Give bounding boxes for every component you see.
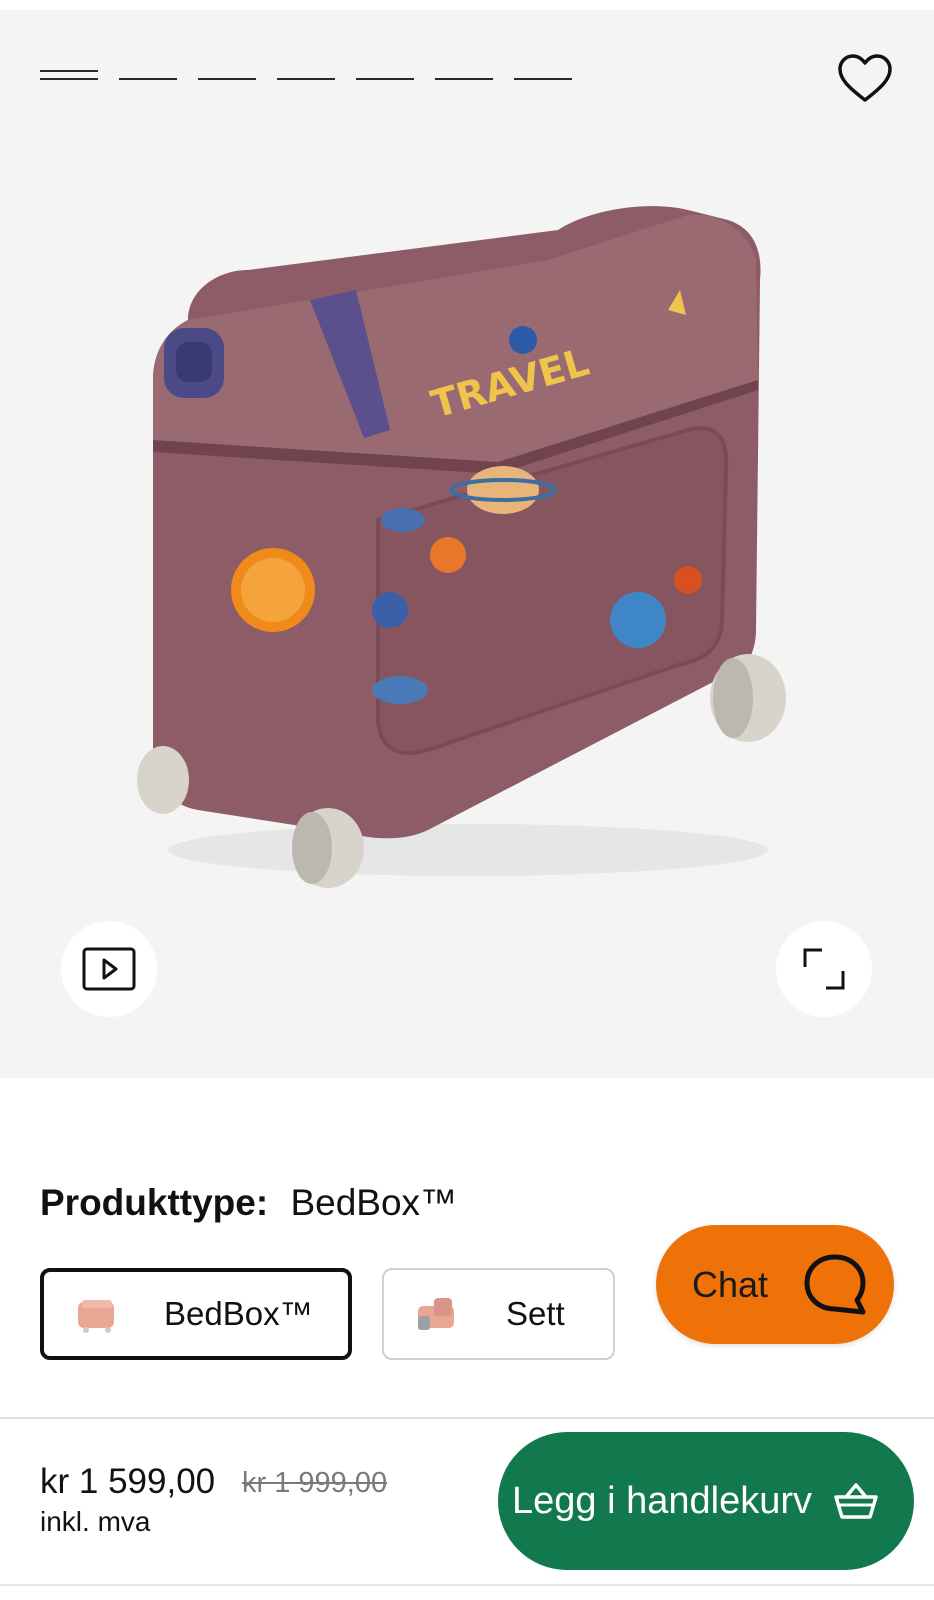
gallery-dot[interactable]: [198, 68, 256, 80]
purchase-bar-divider: [0, 1417, 934, 1419]
gallery-dot[interactable]: [514, 68, 572, 80]
play-video-button[interactable]: [61, 921, 157, 1017]
variant-option-sett[interactable]: Sett: [382, 1268, 615, 1360]
basket-icon: [834, 1483, 878, 1519]
expand-icon: [803, 948, 845, 990]
top-strip: [0, 0, 934, 10]
product-image-bedbox: TRAVEL: [137, 206, 786, 888]
wishlist-button[interactable]: [836, 52, 894, 106]
variant-thumbnail: [418, 1298, 454, 1330]
add-to-cart-button[interactable]: Legg i handlekurv: [498, 1432, 914, 1570]
product-type-heading: Produkttype: BedBox™: [40, 1180, 457, 1226]
gallery-dot[interactable]: [435, 68, 493, 80]
heart-outline-icon: [838, 54, 892, 102]
vat-note: inkl. mva: [40, 1506, 151, 1537]
gallery-dot[interactable]: [119, 68, 177, 80]
gallery-dot[interactable]: [277, 68, 335, 80]
variant-thumbnail: [78, 1300, 114, 1333]
chat-bubble-icon: [804, 1254, 866, 1314]
variant-label: Sett: [506, 1295, 565, 1332]
product-type-selected-value: BedBox™: [290, 1182, 458, 1223]
add-to-cart-label: Legg i handlekurv: [512, 1479, 812, 1522]
gallery-dot[interactable]: [356, 68, 414, 80]
product-type-label: Produkttype:: [40, 1182, 269, 1223]
zoom-button[interactable]: [776, 921, 872, 1017]
play-icon: [82, 947, 136, 991]
chat-label: Chat: [692, 1263, 769, 1305]
chat-button[interactable]: Chat: [656, 1225, 894, 1344]
variant-label: BedBox™: [164, 1295, 313, 1332]
product-gallery[interactable]: TRAVEL: [0, 10, 934, 1078]
bottom-divider: [0, 1584, 934, 1586]
gallery-dot-active[interactable]: [40, 68, 98, 80]
gallery-pagination: [40, 68, 572, 80]
original-price: kr 1 999,00: [242, 1467, 388, 1499]
current-price: kr 1 599,00: [40, 1462, 216, 1501]
variant-option-bedbox[interactable]: BedBox™: [40, 1268, 352, 1360]
